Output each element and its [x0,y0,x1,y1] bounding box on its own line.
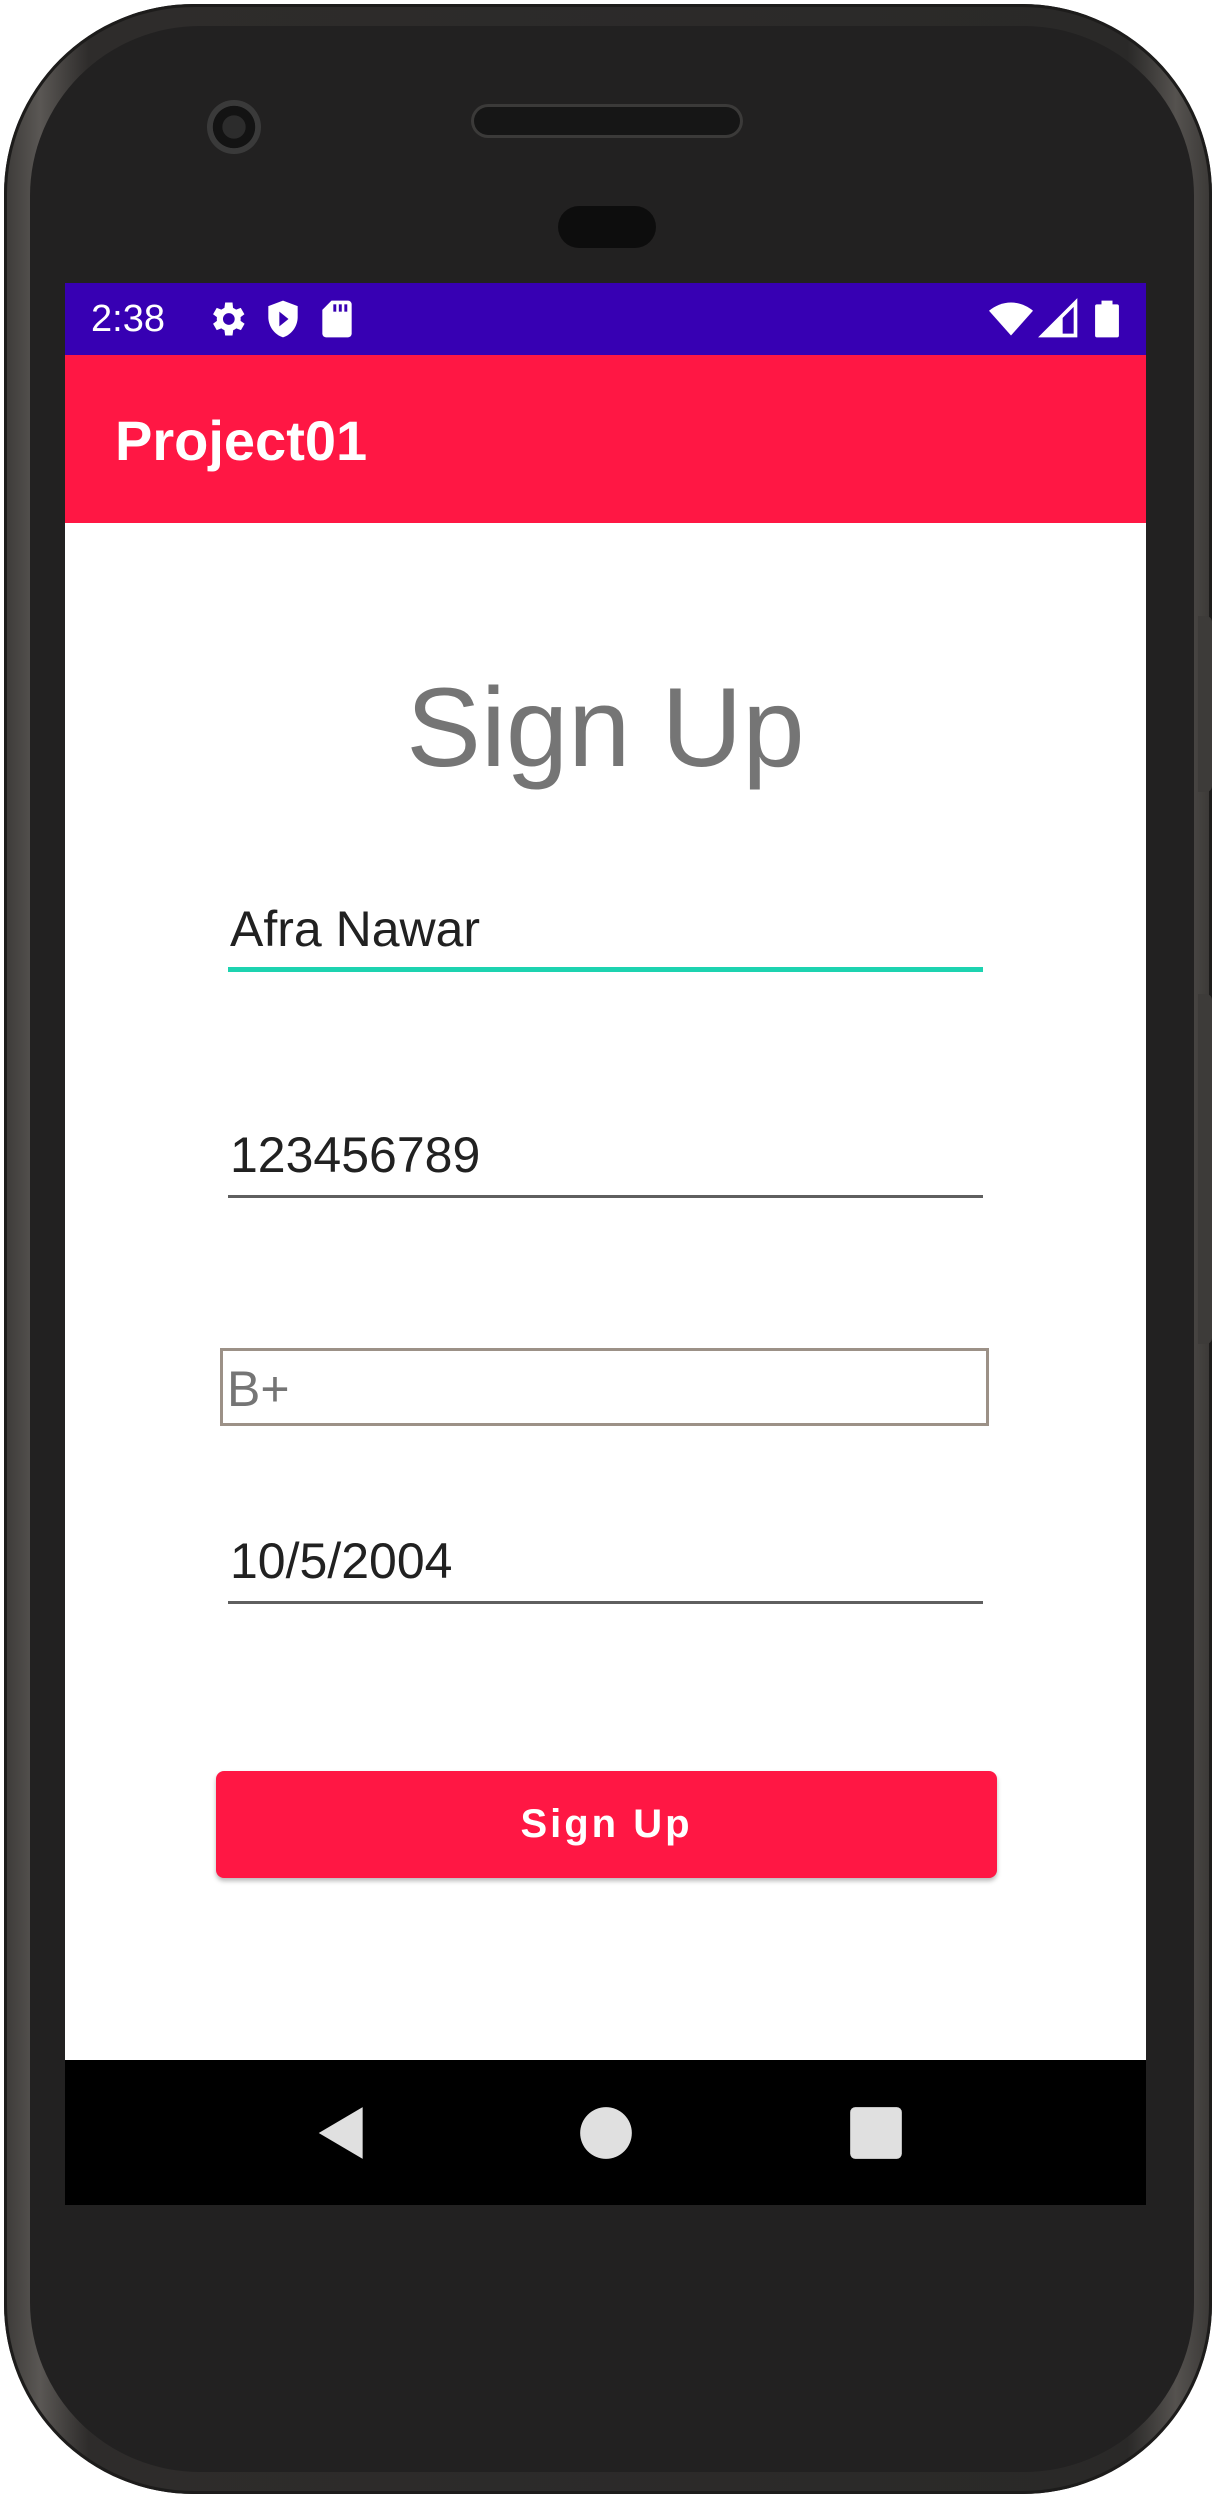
back-icon[interactable] [311,2102,373,2164]
name-field[interactable]: Afra Nawar [228,892,983,972]
recents-icon[interactable] [845,2102,907,2164]
status-time: 2:38 [91,298,165,340]
dob-field[interactable]: 10/5/2004 [228,1524,983,1604]
screen: 2:38 Project01 Sign Up Afra Nawar 123456… [65,283,1146,2205]
phone-field-underline [228,1195,983,1198]
dob-field-value: 10/5/2004 [230,1533,453,1589]
sign-up-button[interactable]: Sign Up [216,1771,997,1878]
signup-form: Sign Up Afra Nawar 123456789 B+ 10/5/200… [65,523,1146,2060]
device-frame: 2:38 Project01 Sign Up Afra Nawar 123456… [0,0,1224,2498]
sd-card-icon [322,300,352,338]
navigation-bar [65,2060,1146,2205]
blood-group-value: B+ [227,1361,290,1417]
name-field-value: Afra Nawar [230,901,481,957]
dob-field-underline [228,1601,983,1604]
page-title: Sign Up [406,665,805,790]
shield-icon [268,300,298,338]
name-field-underline [228,967,983,972]
gear-icon [213,302,245,336]
proximity-sensor [558,206,656,248]
earpiece-speaker [474,107,740,135]
power-button[interactable] [1198,616,1212,792]
cell-signal-icon [1038,298,1078,338]
phone-field[interactable]: 123456789 [228,1118,983,1198]
wifi-icon [989,302,1033,336]
blood-group-field[interactable]: B+ [220,1348,989,1426]
volume-button[interactable] [1198,994,1212,1344]
app-title: Project01 [115,409,368,472]
phone-field-value: 123456789 [230,1127,481,1183]
app-bar: Project01 [65,355,1146,523]
home-icon[interactable] [575,2102,637,2164]
front-camera [207,100,261,154]
battery-icon [1095,300,1119,338]
status-bar: 2:38 [65,283,1146,355]
